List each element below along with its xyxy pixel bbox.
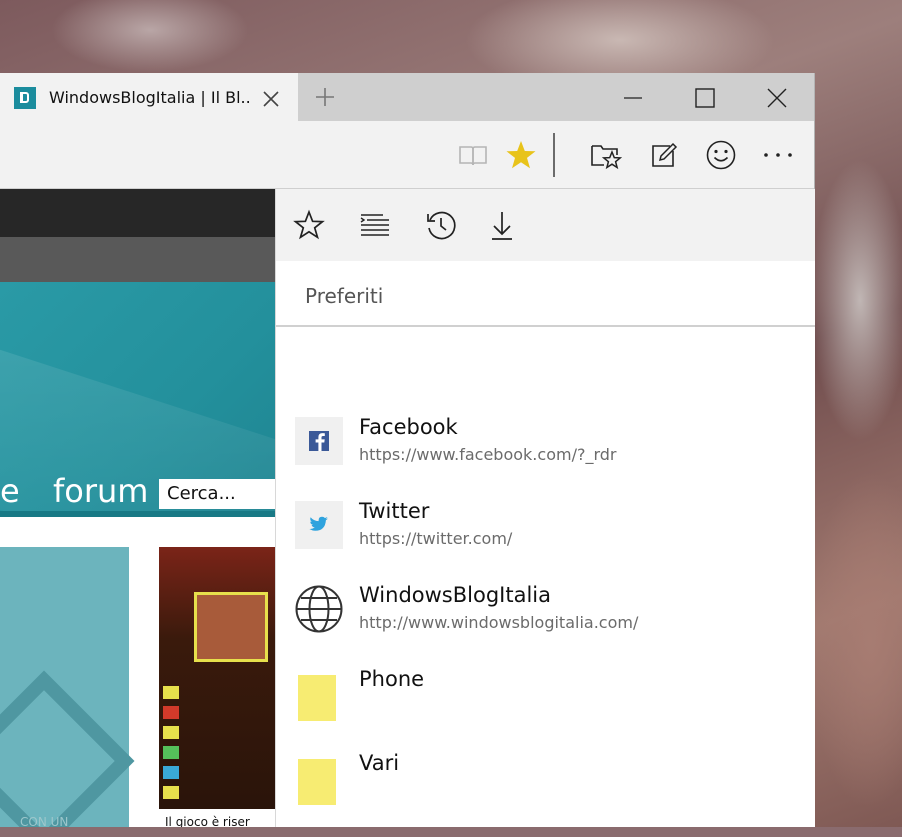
browser-toolbar	[0, 121, 814, 189]
game-cell	[163, 766, 179, 779]
folder-icon	[295, 669, 343, 721]
browser-window: WindowsBlogItalia | Il Bl... e forum Cer…	[0, 73, 815, 827]
facebook-icon	[295, 417, 343, 465]
game-cell	[163, 706, 179, 719]
favorite-folder-vari[interactable]: Vari	[276, 751, 815, 837]
folder-name: Phone	[359, 667, 425, 691]
toolbar-divider	[553, 133, 555, 177]
game-cell	[163, 686, 179, 699]
site-favicon-icon	[14, 87, 36, 109]
favorite-item-facebook[interactable]: Facebook https://www.facebook.com/?_rdr	[276, 415, 815, 501]
favorite-folder-phone[interactable]: Phone	[276, 667, 815, 753]
hub-tab-bar	[276, 189, 815, 261]
favorites-icon[interactable]	[293, 209, 325, 241]
game-cell	[163, 786, 179, 799]
hub-heading: Preferiti	[305, 284, 384, 308]
history-icon[interactable]	[425, 209, 457, 241]
feedback-smiley-icon[interactable]	[705, 139, 737, 171]
new-tab-icon[interactable]	[314, 86, 336, 108]
favorite-url: http://www.windowsblogitalia.com/	[359, 613, 639, 632]
favorite-star-icon[interactable]	[505, 139, 537, 171]
tab-close-icon[interactable]	[262, 90, 280, 108]
globe-icon	[295, 585, 343, 633]
favorite-url: https://www.facebook.com/?_rdr	[359, 445, 617, 464]
hub-panel: Preferiti Facebook https://www.facebook.…	[275, 189, 815, 827]
banner-stripe	[0, 511, 275, 517]
folder-icon	[295, 753, 343, 805]
game-tile-image	[194, 592, 268, 662]
reading-view-icon[interactable]	[457, 139, 489, 171]
game-cell	[163, 746, 179, 759]
maximize-button[interactable]	[690, 83, 720, 113]
twitter-icon	[295, 501, 343, 549]
title-bar: WindowsBlogItalia | Il Bl...	[0, 73, 814, 121]
favorite-item-windowsblogitalia[interactable]: WindowsBlogItalia http://www.windowsblog…	[276, 583, 815, 669]
folder-name: Vari	[359, 751, 400, 775]
game-cell	[163, 726, 179, 739]
site-search-input[interactable]: Cerca...	[159, 479, 275, 509]
hub-separator	[276, 325, 815, 327]
favorite-item-twitter[interactable]: Twitter https://twitter.com/	[276, 499, 815, 585]
more-icon[interactable]	[762, 139, 794, 171]
favorite-name: Facebook	[359, 415, 458, 439]
tab-title: WindowsBlogItalia | Il Bl...	[49, 88, 249, 107]
minimize-button[interactable]	[618, 83, 648, 113]
article-caption: Il gioco è riser	[165, 815, 250, 827]
web-note-icon[interactable]	[648, 139, 680, 171]
close-window-button[interactable]	[762, 83, 792, 113]
site-top-bar	[0, 189, 275, 237]
favorite-name: Twitter	[359, 499, 430, 523]
favorite-name: WindowsBlogItalia	[359, 583, 551, 607]
downloads-icon[interactable]	[486, 209, 518, 241]
favorite-url: https://twitter.com/	[359, 529, 513, 548]
nav-link-forum[interactable]: forum	[53, 472, 148, 510]
browser-tab[interactable]: WindowsBlogItalia | Il Bl...	[0, 73, 298, 121]
site-menu-bar	[0, 237, 275, 282]
article-thumbnail[interactable]	[0, 547, 129, 827]
web-page: e forum Cerca... CON UN Il gioco è riser	[0, 189, 275, 827]
reading-list-icon[interactable]	[359, 209, 391, 241]
nav-link-partial[interactable]: e	[0, 472, 20, 510]
article-caption: CON UN	[20, 815, 69, 827]
hub-icon[interactable]	[590, 139, 622, 171]
